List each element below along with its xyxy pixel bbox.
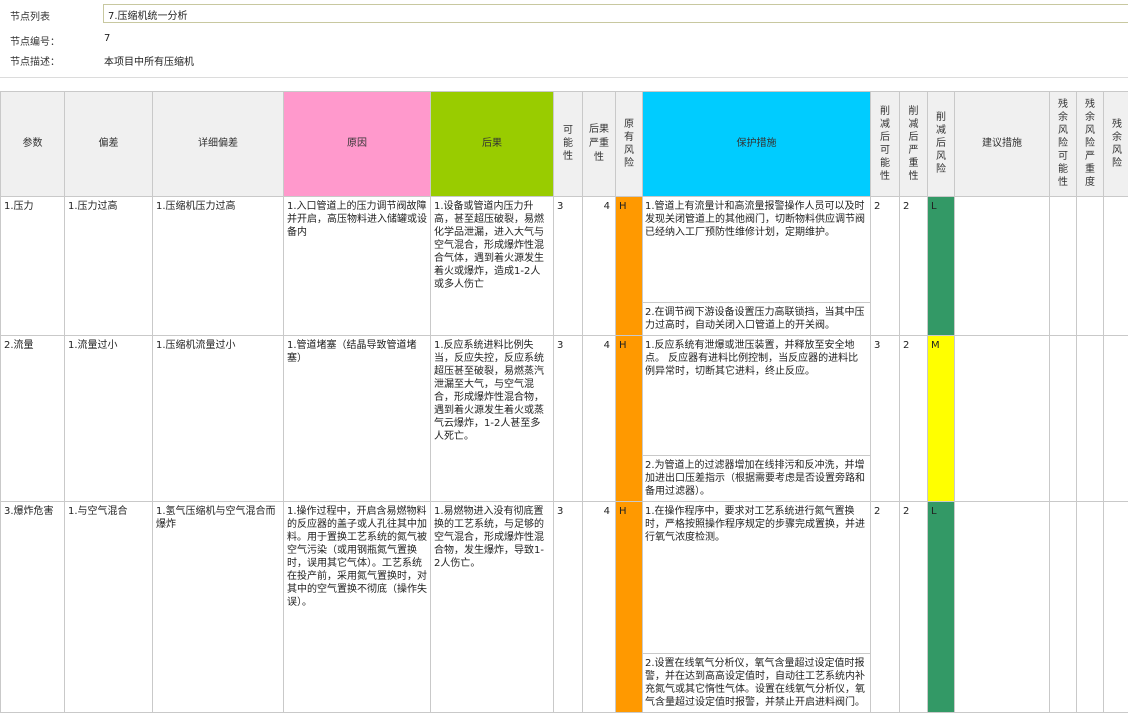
cell-cause[interactable]: 1.管道堵塞（结晶导致管道堵塞）: [284, 336, 431, 502]
protection-item: 2.为管道上的过滤器增加在线排污和反冲洗，并增加进出口压差指示（根据需要考虑是否…: [643, 456, 870, 501]
protection-item: 1.反应系统有泄爆或泄压装置，并释放至安全地点。 反应器有进料比例控制，当反应器…: [643, 336, 870, 456]
protection-item: 2.设置在线氧气分析仪，氧气含量超过设定值时报警，并在达到高高设定值时，自动往工…: [643, 654, 870, 712]
cell-severity[interactable]: 4: [583, 336, 616, 502]
cell-protection[interactable]: 1.反应系统有泄爆或泄压装置，并释放至安全地点。 反应器有进料比例控制，当反应器…: [643, 336, 871, 502]
col-protection[interactable]: 保护措施: [643, 92, 871, 197]
node-list-select[interactable]: 7.压缩机统一分析: [103, 4, 1128, 23]
cell-protection[interactable]: 1.管道上有流量计和高流量报警操作人员可以及时发现关闭管道上的其他阀门，切断物料…: [643, 197, 871, 336]
cell-severity[interactable]: 4: [583, 197, 616, 336]
cell-deviation[interactable]: 1.流量过小: [65, 336, 153, 502]
cell-deviation[interactable]: 1.压力过高: [65, 197, 153, 336]
table-row[interactable]: 2.流量 1.流量过小 1.压缩机流量过小 1.管道堵塞（结晶导致管道堵塞） 1…: [1, 336, 1128, 502]
cell-detail[interactable]: 1.压缩机压力过高: [153, 197, 284, 336]
cell-risk[interactable]: H: [616, 197, 643, 336]
cell-severity[interactable]: 4: [583, 502, 616, 713]
cell-consequence[interactable]: 1.设备或管道内压力升高，甚至超压破裂，易燃化学品泄漏，进入大气与空气混合，形成…: [431, 197, 554, 336]
node-description-label: 节点描述：: [10, 53, 60, 68]
cell-reduced-risk[interactable]: L: [928, 502, 955, 713]
cell-consequence[interactable]: 1.反应系统进料比例失当，反应失控，反应系统超压甚至破裂，易燃蒸汽泄漏至大气，与…: [431, 336, 554, 502]
col-reduced-risk[interactable]: 削减后风险: [928, 92, 955, 197]
node-list-label: 节点列表: [10, 8, 50, 23]
header-divider: [0, 77, 1128, 78]
cell-residual-likelihood[interactable]: [1050, 336, 1077, 502]
cell-reduced-likelihood[interactable]: 2: [871, 502, 900, 713]
node-description-value: 本项目中所有压缩机: [104, 53, 194, 68]
cell-reduced-likelihood[interactable]: 2: [871, 197, 900, 336]
col-residual-likelihood[interactable]: 残余风险可能性: [1050, 92, 1077, 197]
cell-residual-severity[interactable]: [1077, 502, 1104, 713]
cell-risk[interactable]: H: [616, 336, 643, 502]
col-likelihood[interactable]: 可能性: [554, 92, 583, 197]
cell-likelihood[interactable]: 3: [554, 502, 583, 713]
cell-residual-risk[interactable]: [1104, 336, 1128, 502]
cell-consequence[interactable]: 1.易燃物进入没有彻底置换的工艺系统，与足够的空气混合，形成爆炸性混合物，发生爆…: [431, 502, 554, 713]
cell-cause[interactable]: 1.入口管道上的压力调节阀故障并开启，高压物料进入储罐或设备内: [284, 197, 431, 336]
cell-residual-risk[interactable]: [1104, 197, 1128, 336]
table-row[interactable]: 1.压力 1.压力过高 1.压缩机压力过高 1.入口管道上的压力调节阀故障并开启…: [1, 197, 1128, 336]
cell-deviation[interactable]: 1.与空气混合: [65, 502, 153, 713]
cell-param[interactable]: 2.流量: [1, 336, 65, 502]
col-residual-severity[interactable]: 残余风险严重度: [1077, 92, 1104, 197]
col-reduced-likelihood[interactable]: 削减后可能性: [871, 92, 900, 197]
cell-detail[interactable]: 1.压缩机流量过小: [153, 336, 284, 502]
col-severity[interactable]: 后果严重性: [583, 92, 616, 197]
cell-reduced-severity[interactable]: 2: [900, 502, 928, 713]
col-recommendation[interactable]: 建议措施: [955, 92, 1050, 197]
cell-likelihood[interactable]: 3: [554, 336, 583, 502]
col-consequence[interactable]: 后果: [431, 92, 554, 197]
protection-item: 1.管道上有流量计和高流量报警操作人员可以及时发现关闭管道上的其他阀门，切断物料…: [643, 197, 870, 303]
cell-reduced-likelihood[interactable]: 3: [871, 336, 900, 502]
protection-item: 2.在调节阀下游设备设置压力高联锁挡，当其中压力过高时，自动关闭入口管道上的开关…: [643, 303, 870, 335]
cell-reduced-risk[interactable]: L: [928, 197, 955, 336]
cell-reduced-risk[interactable]: M: [928, 336, 955, 502]
cell-residual-likelihood[interactable]: [1050, 502, 1077, 713]
node-number-value: 7: [104, 33, 110, 44]
col-deviation[interactable]: 偏差: [65, 92, 153, 197]
node-number-label: 节点编号：: [10, 33, 60, 48]
cell-residual-likelihood[interactable]: [1050, 197, 1077, 336]
table-header-row: 参数 偏差 详细偏差 原因 后果 可能性 后果严重性 原有风险 保护措施 削减后…: [1, 92, 1128, 197]
cell-residual-risk[interactable]: [1104, 502, 1128, 713]
col-cause[interactable]: 原因: [284, 92, 431, 197]
cell-recommendation[interactable]: [955, 197, 1050, 336]
table-row[interactable]: 3.爆炸危害 1.与空气混合 1.氢气压缩机与空气混合而爆炸 1.操作过程中，开…: [1, 502, 1128, 713]
cell-likelihood[interactable]: 3: [554, 197, 583, 336]
cell-risk[interactable]: H: [616, 502, 643, 713]
node-header: 节点列表 7.压缩机统一分析 节点编号： 7 节点描述： 本项目中所有压缩机: [0, 0, 1128, 80]
protection-item: 1.在操作程序中，要求对工艺系统进行氮气置换时，严格按照操作程序规定的步骤完成置…: [643, 502, 870, 654]
cell-residual-severity[interactable]: [1077, 336, 1104, 502]
cell-protection[interactable]: 1.在操作程序中，要求对工艺系统进行氮气置换时，严格按照操作程序规定的步骤完成置…: [643, 502, 871, 713]
cell-residual-severity[interactable]: [1077, 197, 1104, 336]
col-reduced-severity[interactable]: 削减后严重性: [900, 92, 928, 197]
cell-recommendation[interactable]: [955, 336, 1050, 502]
cell-detail[interactable]: 1.氢气压缩机与空气混合而爆炸: [153, 502, 284, 713]
cell-cause[interactable]: 1.操作过程中，开启含易燃物料的反应器的盖子或人孔往其中加料。用于置换工艺系统的…: [284, 502, 431, 713]
cell-param[interactable]: 1.压力: [1, 197, 65, 336]
hazop-table: 参数 偏差 详细偏差 原因 后果 可能性 后果严重性 原有风险 保护措施 削减后…: [0, 91, 1128, 713]
col-risk[interactable]: 原有风险: [616, 92, 643, 197]
cell-reduced-severity[interactable]: 2: [900, 197, 928, 336]
col-residual-risk[interactable]: 残余风险: [1104, 92, 1128, 197]
cell-recommendation[interactable]: [955, 502, 1050, 713]
cell-param[interactable]: 3.爆炸危害: [1, 502, 65, 713]
col-param[interactable]: 参数: [1, 92, 65, 197]
cell-reduced-severity[interactable]: 2: [900, 336, 928, 502]
col-detail[interactable]: 详细偏差: [153, 92, 284, 197]
